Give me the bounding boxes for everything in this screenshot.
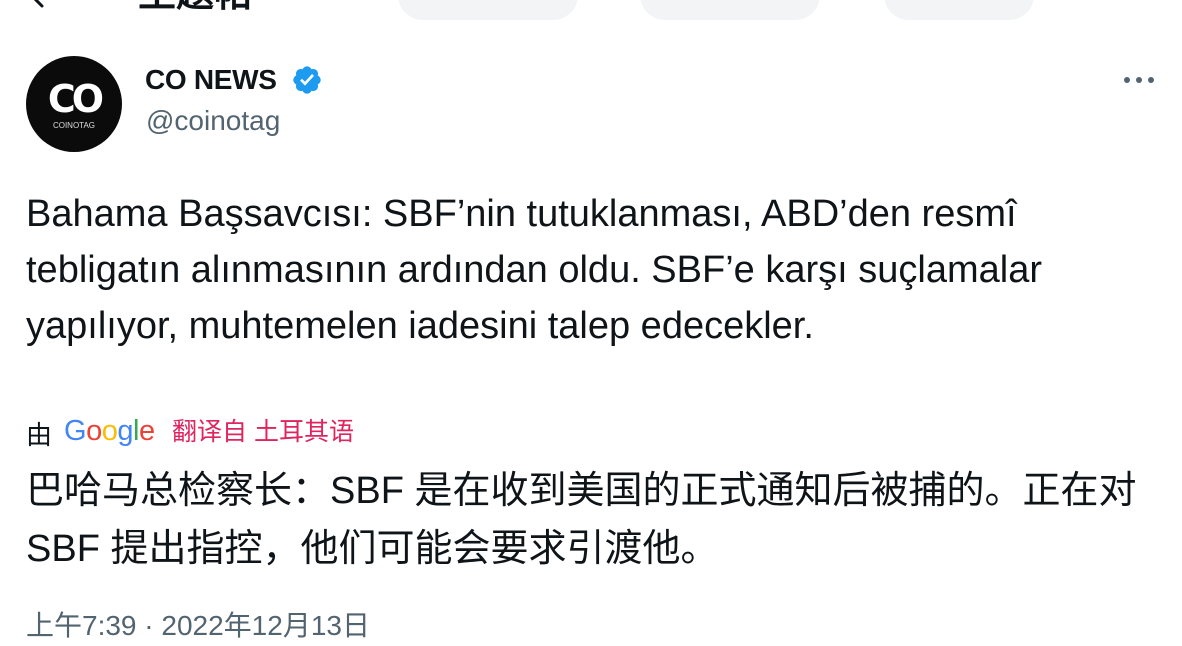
top-toolbar-button[interactable] bbox=[640, 0, 820, 20]
avatar-logo: CO bbox=[48, 77, 103, 121]
svg-text:Google: Google bbox=[64, 415, 155, 447]
avatar-label: COINOTAG bbox=[53, 121, 95, 130]
author-handle[interactable]: @coinotag bbox=[146, 104, 280, 138]
verified-badge-icon bbox=[293, 66, 321, 94]
google-logo-icon: Google bbox=[64, 415, 155, 447]
avatar[interactable]: CO COINOTAG bbox=[26, 56, 122, 152]
top-toolbar-button[interactable] bbox=[884, 0, 1034, 20]
translated-by-label: 由 bbox=[26, 419, 53, 450]
author-name[interactable]: CO NEWS bbox=[145, 63, 277, 97]
tweet-text: Bahama Başsavcısı: SBF’nin tutuklanması,… bbox=[26, 193, 1042, 347]
top-nav-bar: 主题帖 bbox=[0, 0, 1182, 20]
top-toolbar-button[interactable] bbox=[398, 0, 578, 20]
back-arrow-icon[interactable] bbox=[22, 0, 54, 10]
page-title: 主题帖 bbox=[138, 0, 252, 16]
translated-tweet-text: 巴哈马总检察长：SBF 是在收到美国的正式通知后被捕的。正在对 SBF 提出指控… bbox=[26, 470, 1137, 570]
translated-from-link[interactable]: 翻译自 土耳其语 bbox=[172, 412, 354, 448]
tweet-timestamp[interactable]: 上午7:39 · 2022年12月13日 bbox=[26, 606, 370, 646]
translation-attribution: 由 Google 翻译自 土耳其语 bbox=[26, 412, 354, 450]
more-options-icon[interactable] bbox=[1122, 70, 1156, 90]
